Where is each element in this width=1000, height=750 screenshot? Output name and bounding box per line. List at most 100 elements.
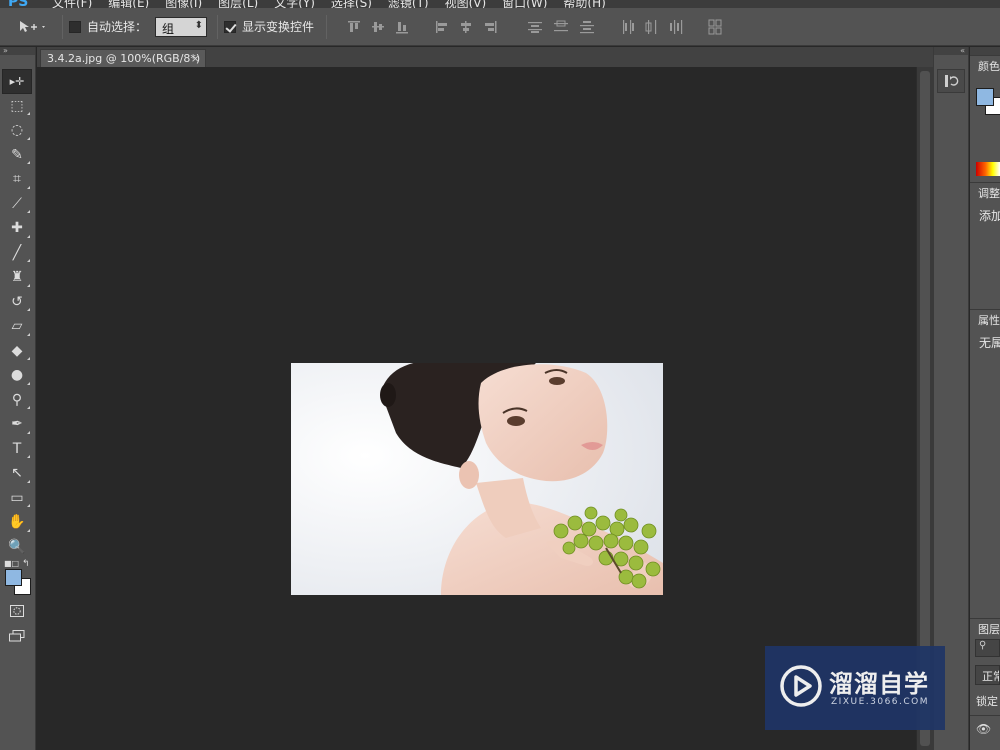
- bucket-icon-glyph: ◆: [11, 342, 23, 359]
- tool-preset-picker[interactable]: [18, 20, 56, 34]
- tools-panel: » ▸✛ ⬚ ◌ ✎ ⌗ ⟋ ✚ ╱ ♜ ↺ ▱ ◆ ● ⚲ ✒ T ↖ ▭ ✋ 🔍 ■□ ↰: [0, 47, 36, 750]
- tool-flyout-indicator: [27, 479, 30, 483]
- menu-item[interactable]: 滤镜(T): [380, 0, 437, 8]
- panels-header[interactable]: [970, 47, 1000, 55]
- history-brush-icon[interactable]: ↺: [2, 290, 32, 315]
- tool-flyout-indicator: [27, 406, 30, 409]
- marquee-icon[interactable]: ⬚: [2, 94, 32, 119]
- menu-item[interactable]: 窗口(W): [494, 0, 555, 8]
- color-foreground-swatch[interactable]: [976, 88, 994, 106]
- path-select-icon[interactable]: ↖: [2, 461, 32, 486]
- stamp-icon[interactable]: ♜: [2, 265, 32, 290]
- show-transform-checkbox[interactable]: [224, 20, 237, 33]
- document-tab[interactable]: 3.4.2a.jpg @ 100%(RGB/8*) ×: [40, 49, 206, 67]
- watermark-title: 溜溜自学: [829, 670, 929, 698]
- align-top-icon[interactable]: [347, 20, 361, 34]
- watermark-play-logo-icon: [780, 665, 822, 707]
- history-panel-icon[interactable]: [937, 69, 965, 93]
- separator: [62, 14, 63, 39]
- screen-mode-icon[interactable]: [2, 624, 32, 649]
- color-swatches: ■□ ↰: [2, 559, 34, 595]
- distribute-right-icon[interactable]: [669, 19, 683, 35]
- align-hcenter-icon[interactable]: [459, 20, 473, 34]
- dock-header[interactable]: «: [934, 47, 968, 55]
- ps-logo: PS: [8, 0, 29, 8]
- tool-flyout-indicator: [27, 112, 30, 115]
- separator: [217, 14, 219, 39]
- menu-item[interactable]: 文件(F): [44, 0, 100, 8]
- type-icon-glyph: T: [12, 440, 22, 457]
- auto-select-dropdown[interactable]: 组: [155, 16, 208, 37]
- eraser-icon-glyph: ▱: [11, 318, 23, 335]
- properties-text: 无属: [979, 336, 1000, 350]
- default-colors-icon[interactable]: ■□: [4, 559, 19, 568]
- brush-icon[interactable]: ╱: [2, 241, 32, 266]
- document-tabs: 3.4.2a.jpg @ 100%(RGB/8*) ×: [37, 47, 933, 67]
- auto-align-icon[interactable]: [707, 19, 723, 35]
- eyedropper-icon[interactable]: ⟋: [2, 192, 32, 217]
- options-bar: 自动选择： 组 显示变换控件: [0, 8, 1000, 46]
- rectangle-icon-glyph: ▭: [10, 489, 24, 506]
- distribute-vcenter-icon[interactable]: [553, 20, 569, 34]
- move-tool-icon: [20, 20, 45, 32]
- scrollbar-thumb[interactable]: [920, 71, 930, 746]
- layer-visibility-eye-icon[interactable]: 👁: [976, 722, 996, 742]
- stamp-icon-glyph: ♜: [10, 269, 24, 286]
- menu-item[interactable]: 选择(S): [323, 0, 380, 8]
- tool-flyout-indicator: [27, 234, 30, 238]
- healing-icon[interactable]: ✚: [2, 216, 32, 241]
- history-brush-icon-glyph: ↺: [11, 293, 23, 310]
- layers-filter-search[interactable]: ⚲: [975, 639, 1000, 657]
- quick-select-icon-glyph: ✎: [11, 146, 23, 163]
- lasso-icon[interactable]: ◌: [2, 118, 32, 143]
- auto-select-checkbox[interactable]: [69, 20, 81, 33]
- distribute-top-icon[interactable]: [527, 20, 543, 34]
- distribute-left-icon[interactable]: [621, 19, 635, 35]
- layers-lock-label: 锁定: [976, 695, 998, 708]
- type-icon[interactable]: T: [2, 437, 32, 462]
- crop-icon[interactable]: ⌗: [2, 167, 32, 192]
- properties-panel-title: 属性: [978, 314, 1000, 327]
- quick-mask-icon[interactable]: [2, 599, 32, 624]
- menu-item[interactable]: 编辑(E): [100, 0, 157, 8]
- watermark: 溜溜自学 ZIXUE.3066.COM: [765, 646, 945, 730]
- foreground-color-swatch[interactable]: [5, 569, 22, 586]
- menu-item[interactable]: 文字(Y): [266, 0, 323, 8]
- align-vcenter-icon[interactable]: [371, 20, 385, 34]
- hand-icon[interactable]: ✋: [2, 510, 32, 535]
- layers-blend-mode[interactable]: 正常: [975, 665, 1000, 685]
- zoom-icon[interactable]: 🔍: [2, 535, 32, 560]
- close-tab-icon[interactable]: ×: [191, 52, 200, 65]
- rectangle-icon[interactable]: ▭: [2, 486, 32, 511]
- watermark-subtitle: ZIXUE.3066.COM: [831, 697, 930, 707]
- toolbox: ▸✛ ⬚ ◌ ✎ ⌗ ⟋ ✚ ╱ ♜ ↺ ▱ ◆ ● ⚲ ✒ T ↖ ▭ ✋ 🔍 ■□ ↰: [2, 69, 34, 648]
- hand-icon-glyph: ✋: [8, 514, 26, 531]
- eraser-icon[interactable]: ▱: [2, 314, 32, 339]
- blur-icon[interactable]: ●: [2, 363, 32, 388]
- eyedropper-icon-glyph: ⟋: [12, 195, 22, 212]
- align-right-icon[interactable]: [483, 20, 497, 34]
- align-left-icon[interactable]: [435, 20, 449, 34]
- menu-item[interactable]: 帮助(H): [555, 0, 613, 8]
- align-bottom-icon[interactable]: [395, 20, 409, 34]
- tool-flyout-indicator: [27, 528, 30, 532]
- distribute-hcenter-icon[interactable]: [645, 19, 659, 35]
- dodge-icon-glyph: ⚲: [11, 391, 23, 408]
- auto-select-label: 自动选择：: [87, 20, 148, 34]
- tool-flyout-indicator: [27, 185, 30, 189]
- menu-item[interactable]: 图层(L): [210, 0, 266, 8]
- distribute-bottom-icon[interactable]: [579, 20, 595, 34]
- panels-column: 颜色 调整 添加 属性 无属 图层 ⚲ 正常 锁定 👁: [970, 47, 1000, 750]
- bucket-icon[interactable]: ◆: [2, 339, 32, 364]
- color-ramp[interactable]: [976, 162, 1000, 176]
- pen-icon[interactable]: ✒: [2, 412, 32, 437]
- color-panel-title: 颜色: [978, 60, 1000, 73]
- menu-item[interactable]: 视图(V): [437, 0, 495, 8]
- blur-icon-glyph: ●: [10, 367, 24, 384]
- menu-item[interactable]: 图像(I): [157, 0, 210, 8]
- swap-colors-icon[interactable]: ↰: [22, 559, 30, 569]
- quick-select-icon[interactable]: ✎: [2, 143, 32, 168]
- tools-panel-header[interactable]: »: [0, 47, 35, 55]
- move-icon[interactable]: ▸✛: [2, 69, 32, 94]
- dodge-icon[interactable]: ⚲: [2, 388, 32, 413]
